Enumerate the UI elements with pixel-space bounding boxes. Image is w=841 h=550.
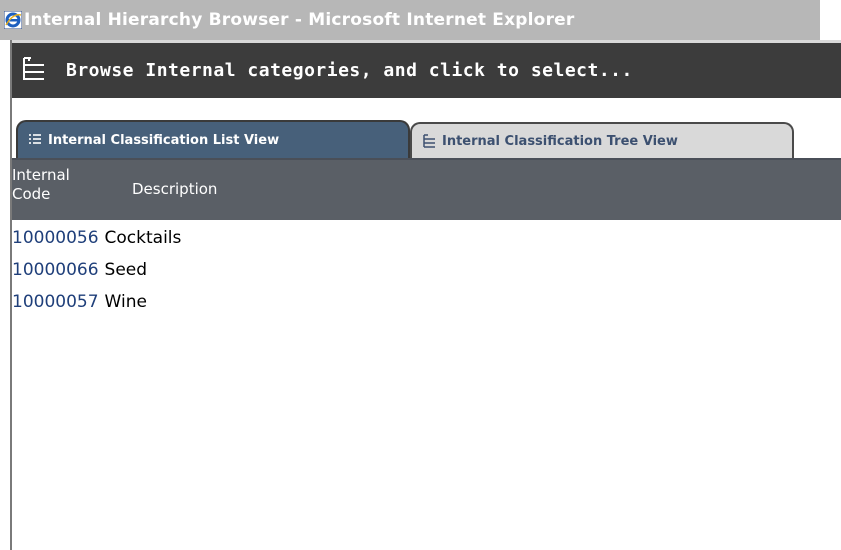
category-description: Wine: [104, 292, 147, 312]
column-header-code[interactable]: Internal Code: [12, 166, 132, 204]
tree-icon: [20, 56, 46, 86]
table-row: 10000066 Seed: [12, 254, 147, 286]
tree-icon: [422, 134, 436, 148]
category-code-link[interactable]: 10000056: [12, 222, 99, 254]
window-title: Internal Hierarchy Browser - Microsoft I…: [24, 10, 575, 30]
page-content: Browse Internal categories, and click to…: [12, 40, 841, 550]
category-description: Cocktails: [104, 228, 182, 248]
list-icon: [28, 133, 42, 147]
column-header-code-line1: Internal: [12, 166, 70, 184]
page-header: Browse Internal categories, and click to…: [12, 40, 841, 98]
table-row: 10000057 Wine: [12, 286, 147, 318]
table-row: 10000056 Cocktails: [12, 222, 181, 254]
header-instruction: Browse Internal categories, and click to…: [66, 60, 633, 81]
window-titlebar: Internal Hierarchy Browser - Microsoft I…: [0, 0, 820, 40]
table-header: Internal Code Description: [12, 158, 841, 220]
ie-icon: [4, 11, 22, 29]
window-edge: [820, 0, 841, 40]
category-code-link[interactable]: 10000057: [12, 286, 99, 318]
category-code-link[interactable]: 10000066: [12, 254, 99, 286]
tab-label: Internal Classification List View: [48, 132, 280, 148]
tab-tree-view[interactable]: Internal Classification Tree View: [410, 122, 794, 158]
category-description: Seed: [104, 260, 148, 280]
tab-list-view[interactable]: Internal Classification List View: [16, 120, 410, 158]
tab-label: Internal Classification Tree View: [442, 133, 678, 149]
column-header-code-line2: Code: [12, 185, 51, 203]
column-header-description[interactable]: Description: [132, 180, 217, 198]
window-left-border: [0, 40, 12, 550]
tab-strip: Internal Classification List View Intern…: [12, 98, 841, 158]
